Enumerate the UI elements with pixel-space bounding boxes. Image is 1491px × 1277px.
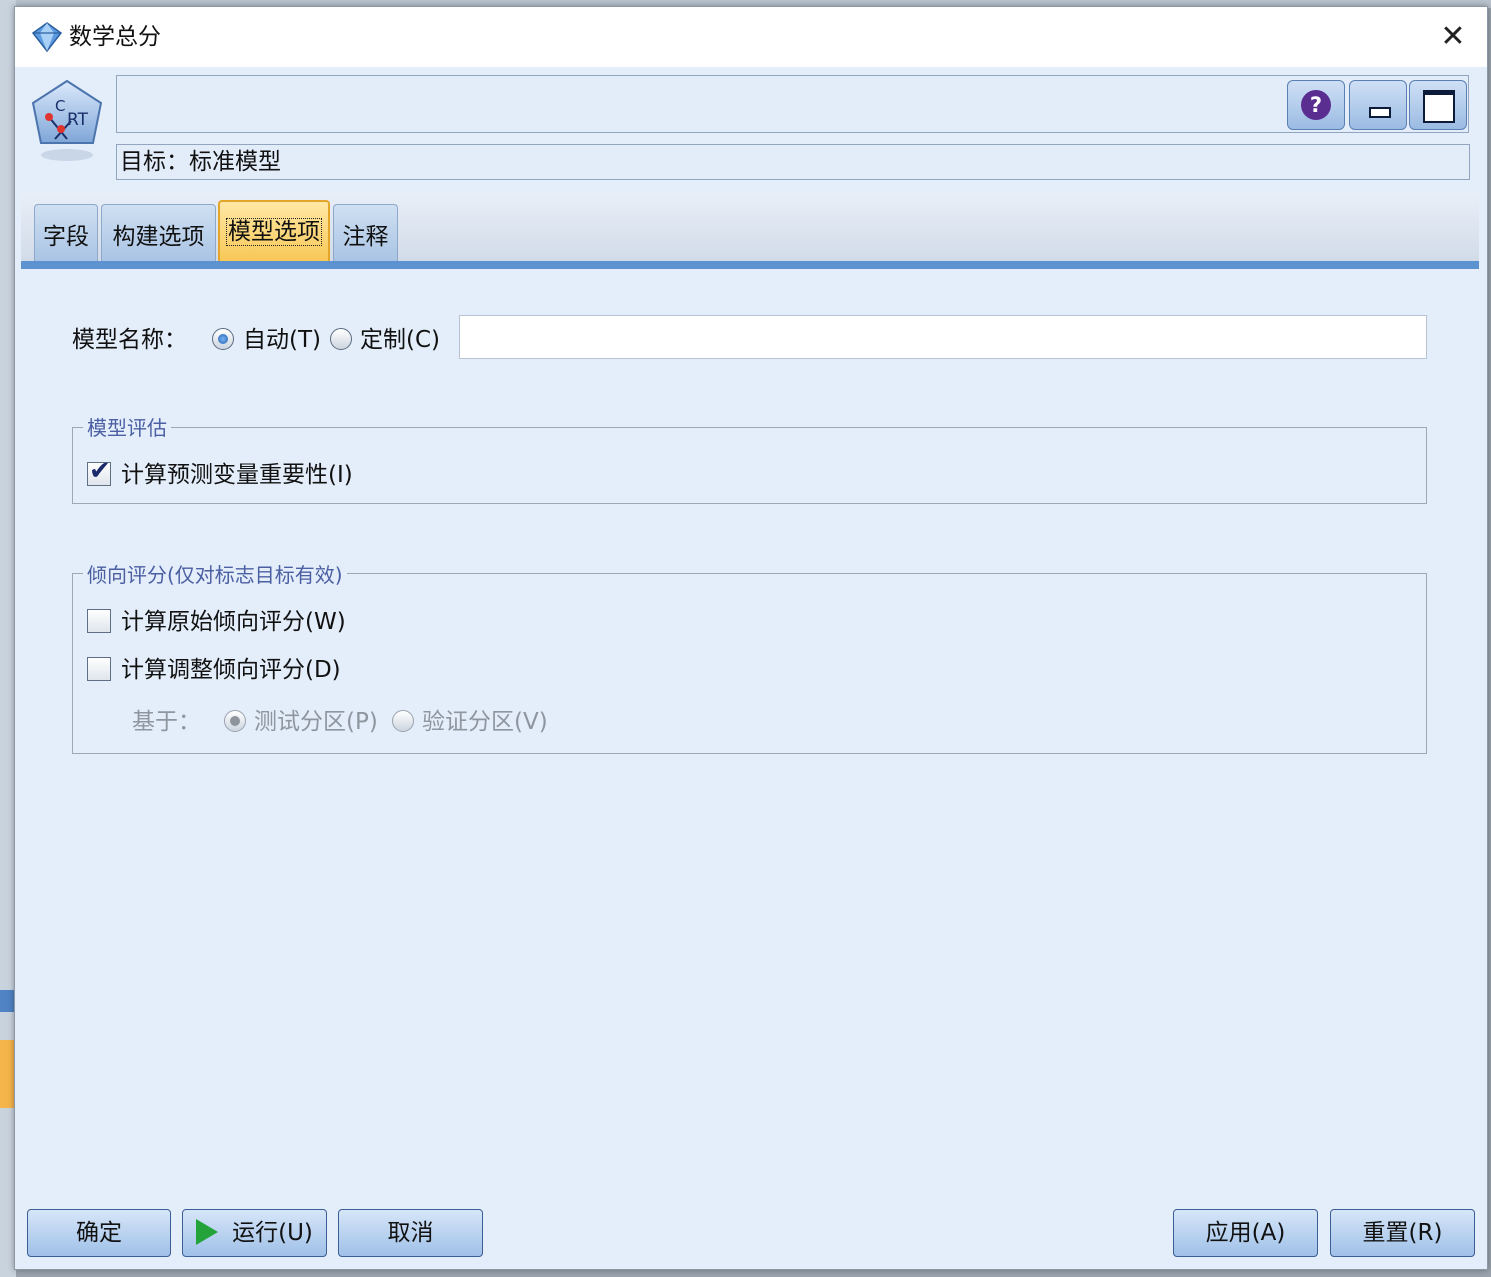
svg-text:RT: RT	[67, 110, 89, 130]
svg-text:C: C	[55, 97, 65, 115]
propensity-title: 倾向评分(仅对标志目标有效)	[83, 562, 347, 588]
raw-propensity-label[interactable]: 计算原始倾向评分(W)	[121, 607, 346, 637]
minimize-icon	[1369, 107, 1391, 118]
radio-validation-partition-label[interactable]: 验证分区(V)	[422, 707, 548, 737]
tab-label: 构建选项	[112, 224, 205, 250]
help-button[interactable]: ?	[1287, 80, 1345, 130]
target-box: 目标：标准模型	[116, 144, 1470, 180]
checkmark-icon: ✔	[89, 456, 111, 486]
cancel-button[interactable]: 取消	[338, 1209, 483, 1257]
radio-test-partition[interactable]	[224, 710, 246, 732]
dialog-window: 数学总分 ✕ C RT ? 目标：标准模型 字段 构建选项 模型选项 注释 模型…	[14, 6, 1488, 1270]
radio-custom-label[interactable]: 定制(C)	[360, 325, 440, 355]
raw-propensity-checkbox[interactable]	[87, 609, 111, 633]
apply-button[interactable]: 应用(A)	[1173, 1209, 1318, 1257]
adjusted-propensity-checkbox[interactable]	[87, 657, 111, 681]
crt-node-icon: C RT	[27, 77, 107, 167]
tab-label: 注释	[342, 224, 389, 250]
title-bar: 数学总分 ✕	[15, 7, 1487, 67]
radio-test-partition-label[interactable]: 测试分区(P)	[254, 707, 378, 737]
ok-button[interactable]: 确定	[27, 1209, 171, 1257]
maximize-icon	[1423, 90, 1455, 123]
run-button-label: 运行(U)	[232, 1220, 313, 1246]
minimize-button[interactable]	[1349, 80, 1407, 130]
target-label: 目标：标准模型	[120, 149, 281, 175]
tab-strip: 字段 构建选项 模型选项 注释	[21, 192, 1479, 268]
compute-importance-label[interactable]: 计算预测变量重要性(I)	[121, 460, 353, 490]
tab-model-options[interactable]: 模型选项	[218, 200, 330, 266]
radio-custom[interactable]	[330, 328, 352, 350]
close-button[interactable]: ✕	[1433, 19, 1473, 55]
model-evaluation-title: 模型评估	[83, 415, 171, 441]
based-on-label: 基于：	[132, 709, 201, 735]
help-icon: ?	[1301, 90, 1331, 120]
model-name-label: 模型名称：	[72, 327, 187, 353]
tab-annotations[interactable]: 注释	[333, 204, 398, 263]
tab-label: 模型选项	[226, 218, 322, 246]
adjusted-propensity-label[interactable]: 计算调整倾向评分(D)	[121, 655, 341, 685]
tab-label: 字段	[43, 224, 89, 250]
play-icon	[196, 1218, 219, 1245]
close-icon: ✕	[1440, 19, 1466, 54]
radio-auto-label[interactable]: 自动(T)	[243, 325, 321, 355]
reset-button[interactable]: 重置(R)	[1330, 1209, 1475, 1257]
tab-underline	[21, 261, 1479, 269]
maximize-button[interactable]	[1409, 80, 1467, 130]
radio-validation-partition[interactable]	[392, 710, 414, 732]
window-title: 数学总分	[69, 24, 161, 50]
model-name-input[interactable]	[459, 315, 1427, 359]
radio-auto[interactable]	[212, 328, 234, 350]
node-header-box: ?	[116, 75, 1469, 133]
diamond-icon	[31, 21, 63, 53]
tab-fields[interactable]: 字段	[34, 204, 98, 263]
run-button[interactable]: 运行(U)	[182, 1209, 327, 1257]
compute-importance-checkbox[interactable]: ✔	[87, 456, 111, 486]
tab-build-options[interactable]: 构建选项	[101, 204, 216, 263]
